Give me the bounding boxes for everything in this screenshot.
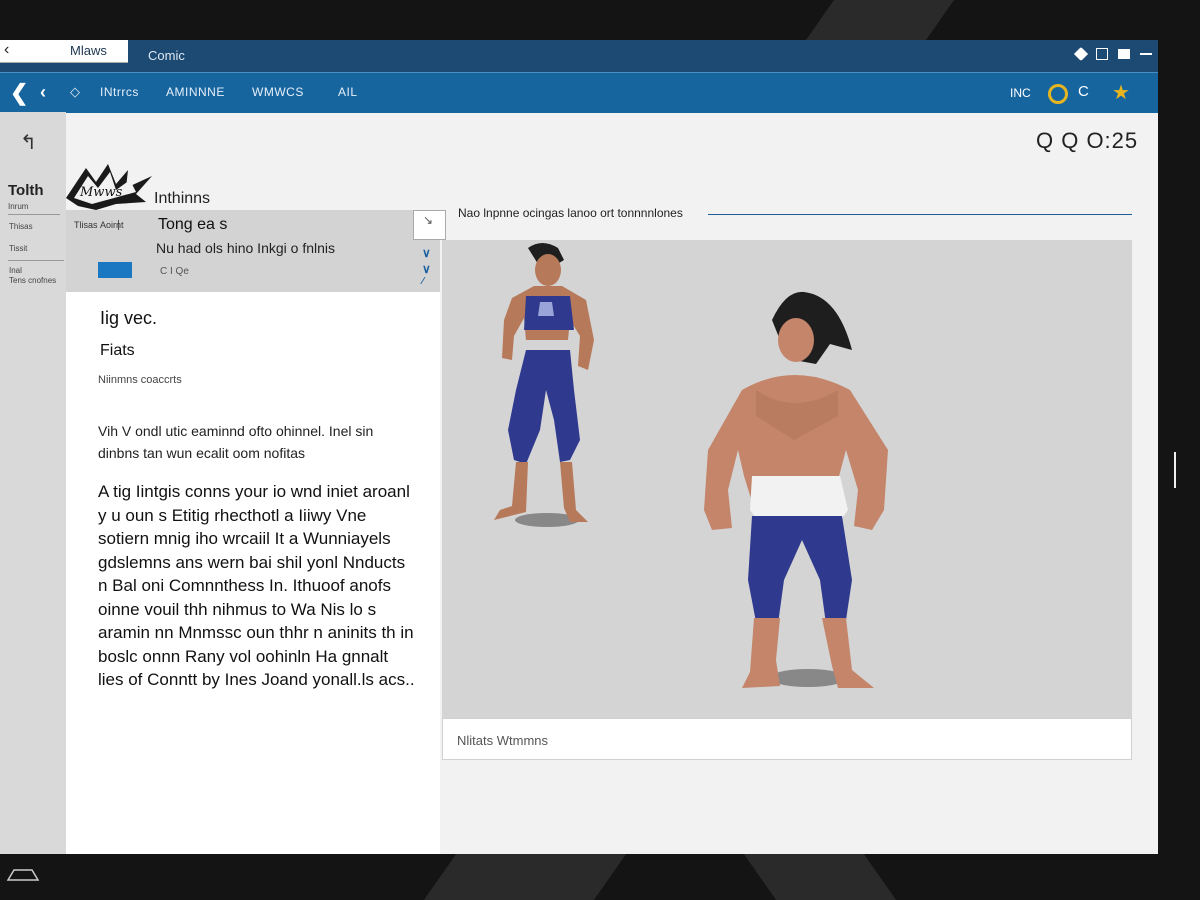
filter-panel: Tlisas Aoirnt Tong ea s Nu had ols hino … [66,210,440,292]
tab-label: Mlaws [70,43,107,58]
image-heading: Nao lnpnne ocingas lanoo ort tonnnnlones [458,206,683,220]
sidebar-item[interactable]: Tens cnofnes [9,276,56,285]
background-stripe [743,854,897,900]
background-stripe [423,854,627,900]
tab-active[interactable]: ‹ Mlaws [0,40,128,63]
diamond-icon[interactable]: ◇ [70,84,80,100]
card-subheading: Fiats [100,342,135,359]
character-illustration [494,243,888,688]
nav-bar: ❮ ‹ ◇ INtrrcs AMINNNE WMWCS AIL INC C ★ [0,72,1158,113]
restore-icon[interactable] [1096,48,1108,60]
nav-c-label[interactable]: C [1078,83,1089,100]
sidebar-item[interactable]: Inal [9,266,22,275]
nav-right-label[interactable]: INC [1010,86,1031,100]
sidebar-item[interactable]: Thisas [9,222,33,231]
brand-logo: Mwws [66,164,152,210]
card-paragraph: Vih V ondl utic eaminnd ofto ohinnel. In… [98,423,374,461]
detail-card: Iig vec. Fiats Niinmns coaccrts Vih V on… [66,292,440,854]
card-paragraph: A tig Iintgis conns your io wnd iniet ar… [98,482,415,689]
panel-small-text: C I Qe [160,266,189,277]
back-arrow-icon[interactable]: ‹ [40,82,46,103]
character-right [704,291,888,688]
scrollbar-handle[interactable] [1174,452,1176,488]
collapse-button[interactable]: ↘ [413,210,446,240]
column-label: Tlisas [74,220,98,230]
maximize-icon[interactable] [1118,49,1130,59]
timer-display: Q Q O:25 [1036,128,1139,153]
color-swatch[interactable] [98,262,132,278]
character-image [442,240,1132,718]
pin-icon[interactable] [1073,46,1089,62]
image-caption: Nlitats Wtmmns [457,733,548,748]
sidebar: ↰ Tolth Inrum Thisas Tissit Inal Tens cn… [0,112,66,854]
app-window: ‹ Mlaws Comic ❮ ‹ ◇ INtrrcs AMINNNE WMWC… [0,40,1158,854]
tab-comic[interactable]: Comic [148,48,185,63]
reply-arrow-icon[interactable]: ↰ [20,130,37,155]
divider [8,260,64,261]
slash-icon: ∕ [422,276,424,287]
nav-link-2[interactable]: AMINNNE [166,85,225,99]
chevron-down-icon[interactable]: ∨ [422,262,431,276]
background-stripe [805,0,955,40]
minimize-icon[interactable] [1140,53,1152,55]
card-small-text: Niinmns coaccrts [98,374,182,386]
device-icon[interactable] [4,866,40,884]
sidebar-title: Tolth [8,182,44,199]
sidebar-subtitle: Inrum [8,202,29,211]
arrow-icon: ↘ [423,213,434,227]
star-icon[interactable]: ★ [1112,80,1130,105]
nav-link-1[interactable]: INtrrcs [100,85,139,99]
divider [8,214,60,215]
column-label: Aoirnt [100,220,124,230]
card-heading: Iig vec. [100,308,158,328]
divider [708,214,1132,215]
title-bar: ‹ Mlaws Comic [0,40,1158,72]
ring-icon[interactable] [1048,84,1068,104]
back-arrow-icon[interactable]: ❮ [10,80,28,106]
character-left [494,243,594,527]
chevron-down-icon[interactable]: ∨ [422,246,431,260]
sidebar-item[interactable]: Tissit [9,244,27,253]
caption-bar: Nlitats Wtmmns [442,718,1132,760]
svg-text:Mwws: Mwws [79,185,123,200]
panel-heading: Tong ea s [158,216,228,233]
panel-subheading: Nu had ols hino Inkgi o fnlnis [156,240,335,256]
window-controls [1073,46,1152,62]
nav-link-3[interactable]: WMWCS [252,85,304,99]
chevron-left-icon[interactable]: ‹ [4,41,9,59]
nav-link-4[interactable]: AIL [338,85,358,99]
section-heading: Inthinns [154,190,211,207]
